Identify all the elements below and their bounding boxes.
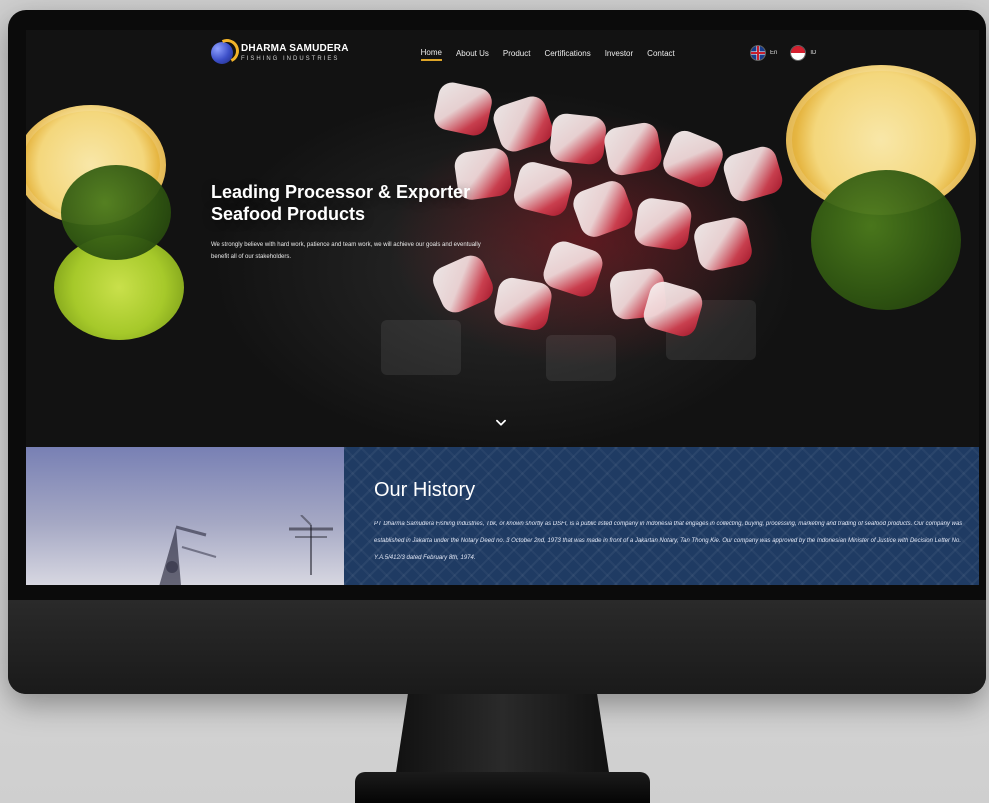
seafood-chunk bbox=[720, 143, 786, 205]
seafood-chunk bbox=[632, 196, 694, 252]
nav-contact[interactable]: Contact bbox=[647, 47, 675, 60]
seafood-chunk bbox=[489, 92, 557, 156]
language-id[interactable]: ID bbox=[791, 46, 816, 60]
main-menu: Home About Us Product Certifications Inv… bbox=[420, 46, 675, 61]
monitor-stand-neck bbox=[395, 694, 610, 779]
top-nav: DHARMA SAMUDERA FISHING INDUSTRIES Home … bbox=[211, 38, 831, 68]
uk-flag-icon bbox=[751, 46, 765, 60]
seafood-chunk bbox=[569, 177, 637, 241]
hero-subtitle: We strongly believe with hard work, pati… bbox=[211, 242, 481, 260]
history-panel: Our History PT Dharma Samudera Fishing I… bbox=[344, 447, 979, 585]
ice-block bbox=[546, 335, 616, 381]
seafood-chunk bbox=[602, 120, 664, 178]
nav-about-us[interactable]: About Us bbox=[456, 47, 489, 60]
hero-section: DHARMA SAMUDERA FISHING INDUSTRIES Home … bbox=[26, 30, 979, 447]
seafood-chunk bbox=[658, 126, 728, 192]
seafood-chunk bbox=[431, 79, 495, 139]
seafood-chunk bbox=[691, 214, 755, 274]
scroll-down-button[interactable] bbox=[492, 414, 510, 432]
history-title: Our History bbox=[374, 479, 476, 501]
hero-title: Leading Processor & Exporter Seafood Pro… bbox=[211, 182, 471, 224]
parsley-right bbox=[811, 170, 961, 310]
ship-mast-illustration bbox=[159, 525, 217, 585]
brand-logo[interactable]: DHARMA SAMUDERA FISHING INDUSTRIES bbox=[211, 42, 349, 64]
website-screen: DHARMA SAMUDERA FISHING INDUSTRIES Home … bbox=[26, 30, 979, 585]
history-paragraph: PT Dharma Samudera Fishing Industries, T… bbox=[374, 521, 963, 561]
ice-block bbox=[381, 320, 461, 375]
chevron-down-icon bbox=[496, 419, 506, 426]
nav-home[interactable]: Home bbox=[420, 46, 442, 61]
brand-tagline: FISHING INDUSTRIES bbox=[241, 56, 340, 62]
language-id-label: ID bbox=[810, 50, 817, 56]
signal-tower-illustration bbox=[289, 515, 333, 575]
monitor-chin bbox=[8, 600, 986, 694]
nav-investor[interactable]: Investor bbox=[605, 47, 633, 60]
seafood-chunk bbox=[492, 275, 554, 333]
dsfi-logo-icon bbox=[211, 42, 233, 64]
nav-product[interactable]: Product bbox=[503, 47, 531, 60]
nav-certifications[interactable]: Certifications bbox=[544, 47, 590, 60]
history-image bbox=[26, 447, 344, 585]
language-switcher: En ID bbox=[751, 38, 816, 68]
hero-copy: Leading Processor & Exporter Seafood Pro… bbox=[211, 181, 501, 263]
monitor-stand-base bbox=[355, 772, 650, 803]
seafood-chunk bbox=[548, 112, 608, 166]
brand-wordmark: DHARMA SAMUDERA FISHING INDUSTRIES bbox=[241, 43, 349, 63]
language-en[interactable]: En bbox=[751, 46, 777, 60]
parsley-left bbox=[61, 165, 171, 260]
indonesia-flag-icon bbox=[791, 46, 806, 60]
language-en-label: En bbox=[770, 50, 778, 56]
seafood-chunk bbox=[510, 159, 576, 219]
history-section: Our History PT Dharma Samudera Fishing I… bbox=[26, 447, 979, 585]
brand-name: DHARMA SAMUDERA bbox=[241, 43, 349, 54]
